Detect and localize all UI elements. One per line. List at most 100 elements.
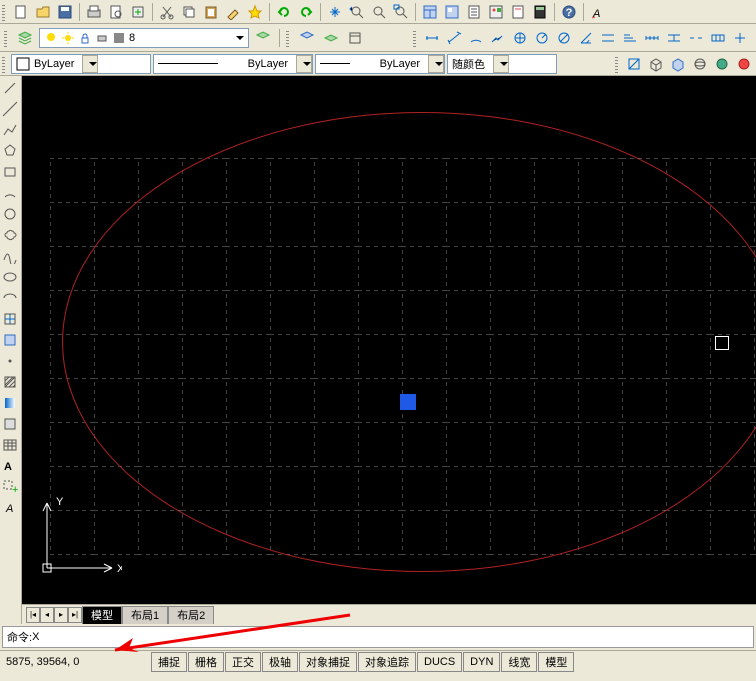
dim-space-icon[interactable] [664, 28, 684, 48]
region-icon[interactable] [0, 414, 20, 434]
layer-dropdown[interactable]: 8 [39, 28, 249, 48]
copy-icon[interactable] [179, 2, 199, 22]
dim-angular-icon[interactable] [576, 28, 596, 48]
gradient-icon[interactable] [0, 393, 20, 413]
polygon-icon[interactable] [0, 141, 20, 161]
dim-ordinate-icon[interactable] [510, 28, 530, 48]
view-3d-icon[interactable] [668, 54, 688, 74]
dim-aligned-icon[interactable] [444, 28, 464, 48]
layer-filter-icon[interactable] [345, 28, 365, 48]
match-icon[interactable] [223, 2, 243, 22]
action-icon[interactable] [245, 2, 265, 22]
circle-icon[interactable] [0, 204, 20, 224]
drawing-viewport[interactable]: Y X |◂ ◂ ▸ ▸| 模型 布局1 布局2 [22, 76, 756, 624]
markup-icon[interactable] [508, 2, 528, 22]
open-icon[interactable] [33, 2, 53, 22]
ellipse-tool-icon[interactable] [0, 267, 20, 287]
publish-icon[interactable] [128, 2, 148, 22]
linetype-dropdown[interactable]: ByLayer [153, 54, 313, 74]
polar-toggle[interactable]: 极轴 [262, 652, 298, 672]
dim-continue-icon[interactable] [642, 28, 662, 48]
dim-baseline-icon[interactable] [620, 28, 640, 48]
lineweight-dropdown[interactable]: ByLayer [315, 54, 445, 74]
snap-toggle[interactable]: 捕捉 [151, 652, 187, 672]
tab-last-icon[interactable]: ▸| [68, 607, 82, 623]
selection-grip[interactable] [400, 394, 416, 410]
tab-layout1[interactable]: 布局1 [122, 606, 168, 624]
spline-icon[interactable] [0, 246, 20, 266]
insert-icon[interactable] [0, 309, 20, 329]
rect-icon[interactable] [0, 162, 20, 182]
zoom-icon[interactable] [369, 2, 389, 22]
zoom-win-icon[interactable] [391, 2, 411, 22]
cut-icon[interactable] [157, 2, 177, 22]
pan-icon[interactable] [325, 2, 345, 22]
ortho-toggle[interactable]: 正交 [225, 652, 261, 672]
preview-icon[interactable] [106, 2, 126, 22]
command-line[interactable]: 命令: X [2, 626, 754, 648]
tab-prev-icon[interactable]: ◂ [40, 607, 54, 623]
dim-tol-icon[interactable] [708, 28, 728, 48]
mtext-icon[interactable]: A [0, 456, 20, 476]
paste-icon[interactable] [201, 2, 221, 22]
dim-linear-icon[interactable] [422, 28, 442, 48]
otrack-toggle[interactable]: 对象追踪 [358, 652, 416, 672]
pline-icon[interactable] [0, 120, 20, 140]
tab-model[interactable]: 模型 [82, 606, 122, 624]
tab-first-icon[interactable]: |◂ [26, 607, 40, 623]
model-toggle[interactable]: 模型 [538, 652, 574, 672]
new-icon[interactable] [11, 2, 31, 22]
grip-handle[interactable] [4, 29, 7, 47]
view-sphere-icon[interactable] [690, 54, 710, 74]
dim-break-icon[interactable] [686, 28, 706, 48]
dim-jog-icon[interactable] [488, 28, 508, 48]
a-text-icon[interactable]: A [0, 498, 20, 518]
layer-state-icon[interactable] [297, 28, 317, 48]
layer-prev-icon[interactable] [253, 28, 273, 48]
block-icon[interactable] [0, 330, 20, 350]
dim-arc-icon[interactable] [466, 28, 486, 48]
grip-handle[interactable] [2, 55, 5, 73]
calc-icon[interactable] [530, 2, 550, 22]
ducs-toggle[interactable]: DUCS [417, 652, 462, 672]
grid-toggle[interactable]: 栅格 [188, 652, 224, 672]
view-2d-icon[interactable] [624, 54, 644, 74]
ellipse-entity[interactable] [62, 112, 756, 572]
ellarc-icon[interactable] [0, 288, 20, 308]
grip-handle[interactable] [413, 29, 416, 47]
revcloud-icon[interactable] [0, 225, 20, 245]
undo-icon[interactable] [274, 2, 294, 22]
dim-center-icon[interactable] [730, 28, 750, 48]
line-icon[interactable] [0, 78, 20, 98]
point-icon[interactable] [0, 351, 20, 371]
plot-icon[interactable] [84, 2, 104, 22]
sheet-icon[interactable] [464, 2, 484, 22]
help-icon[interactable]: ? [559, 2, 579, 22]
tool-icon[interactable] [486, 2, 506, 22]
osnap-toggle[interactable]: 对象捕捉 [299, 652, 357, 672]
tab-layout2[interactable]: 布局2 [168, 606, 214, 624]
tab-next-icon[interactable]: ▸ [54, 607, 68, 623]
grip-handle[interactable] [2, 3, 5, 21]
dim-radius-icon[interactable] [532, 28, 552, 48]
grip-handle[interactable] [286, 29, 289, 47]
zoom-prev-icon[interactable] [347, 2, 367, 22]
layer-manager-icon[interactable] [15, 28, 35, 48]
design-icon[interactable] [442, 2, 462, 22]
plotstyle-dropdown[interactable]: 随颜色 [447, 54, 557, 74]
dim-diameter-icon[interactable] [554, 28, 574, 48]
table-icon[interactable] [0, 435, 20, 455]
xline-icon[interactable] [0, 99, 20, 119]
dyn-toggle[interactable]: DYN [463, 652, 500, 672]
color-dropdown[interactable]: ByLayer [11, 54, 151, 74]
redo-icon[interactable] [296, 2, 316, 22]
view-render-icon[interactable] [734, 54, 754, 74]
dim-quick-icon[interactable] [598, 28, 618, 48]
arc-icon[interactable] [0, 183, 20, 203]
hatch-icon[interactable] [0, 372, 20, 392]
lwt-toggle[interactable]: 线宽 [501, 652, 537, 672]
grip-handle[interactable] [615, 55, 618, 73]
view-globe-icon[interactable] [712, 54, 732, 74]
properties-icon[interactable] [420, 2, 440, 22]
view-box-icon[interactable] [646, 54, 666, 74]
